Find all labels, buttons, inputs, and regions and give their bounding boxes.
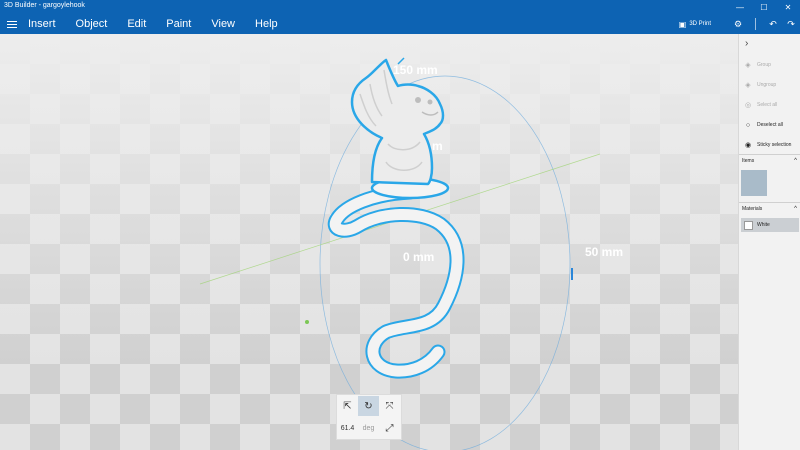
- rotate-icon: ↻: [364, 400, 373, 412]
- dimension-label-right: 50 mm: [585, 245, 623, 259]
- toolbar-divider: [755, 18, 756, 30]
- materials-header-label: Materials: [742, 206, 763, 212]
- axis-marker-green: [305, 320, 309, 324]
- printer-icon: ▣: [678, 19, 687, 29]
- transform-options-icon: ⤢: [385, 422, 394, 434]
- menu-right-tools: ▣ 3D Print ⚙ ↶ ↷: [679, 14, 800, 34]
- dimension-label-center: 0 mm: [403, 250, 434, 264]
- select-all-icon: ◎: [744, 102, 752, 109]
- group-label: Group: [757, 62, 771, 68]
- material-white[interactable]: White: [741, 218, 799, 232]
- sticky-selection-button[interactable]: ◉ Sticky selection: [743, 140, 792, 150]
- 3d-viewport[interactable]: 150 mm m 0 mm 50 mm ⇱ ↻ ⤧ 61.4 deg ⤢: [0, 34, 738, 450]
- 3d-print-label: 3D Print: [689, 21, 711, 27]
- menu-insert[interactable]: Insert: [28, 14, 56, 34]
- 3d-print-button[interactable]: ▣ 3D Print: [679, 20, 711, 29]
- material-label: White: [757, 222, 770, 228]
- materials-header[interactable]: Materials ^: [739, 202, 800, 214]
- items-header[interactable]: Items ^: [739, 154, 800, 166]
- transform-options-button[interactable]: ⤢: [379, 418, 400, 438]
- hamburger-menu-icon[interactable]: [6, 18, 18, 30]
- title-bar: 3D Builder - gargoylehook — ☐ ✕: [0, 0, 800, 14]
- menu-edit[interactable]: Edit: [127, 14, 146, 34]
- menu-bar: Insert Object Edit Paint View Help ▣ 3D …: [0, 14, 800, 34]
- scale-icon: ⤧: [385, 400, 394, 412]
- scene-canvas[interactable]: 150 mm m 0 mm 50 mm: [0, 34, 738, 450]
- circle-icon: ○: [745, 121, 751, 129]
- deselect-all-button[interactable]: ○ Deselect all: [743, 120, 783, 130]
- right-panel: › ◈ Group ◈ Ungroup ◎ Select all ○ Desel…: [738, 34, 800, 450]
- item-thumbnail[interactable]: [741, 170, 767, 196]
- ungroup-label: Ungroup: [757, 82, 777, 88]
- menu-help[interactable]: Help: [255, 14, 278, 34]
- redo-icon[interactable]: ↷: [782, 19, 800, 30]
- rotate-tool-button[interactable]: ↻: [358, 396, 379, 416]
- window-controls: — ☐ ✕: [728, 0, 800, 14]
- rotation-value[interactable]: 61.4: [337, 417, 358, 439]
- rotation-unit: deg: [362, 424, 375, 432]
- material-swatch: [744, 220, 753, 230]
- dimension-label-mid: m: [432, 139, 443, 153]
- items-header-label: Items: [742, 158, 755, 164]
- dimension-label-top: 150 mm: [393, 63, 438, 77]
- chevron-up-icon: ^: [794, 206, 797, 212]
- maximize-button[interactable]: ☐: [752, 0, 776, 14]
- chevron-up-icon: ^: [794, 158, 797, 164]
- menu-items: Insert Object Edit Paint View Help: [28, 14, 298, 34]
- deselect-all-label: Deselect all: [757, 122, 783, 128]
- menu-paint[interactable]: Paint: [166, 14, 191, 34]
- move-icon: ⇱: [343, 400, 352, 412]
- settings-icon[interactable]: ⚙: [729, 19, 747, 30]
- scale-tool-button[interactable]: ⤧: [379, 396, 400, 416]
- select-all-button[interactable]: ◎ Select all: [743, 100, 777, 110]
- sticky-selection-label: Sticky selection: [757, 142, 792, 148]
- ungroup-icon: ◈: [745, 82, 751, 89]
- move-tool-button[interactable]: ⇱: [337, 396, 358, 416]
- undo-icon[interactable]: ↶: [764, 19, 782, 30]
- sticky-selection-icon: ◉: [744, 142, 752, 149]
- ungroup-button[interactable]: ◈ Ungroup: [743, 80, 776, 90]
- minimize-button[interactable]: —: [728, 0, 752, 14]
- window-title: 3D Builder - gargoylehook: [4, 2, 85, 9]
- select-all-label: Select all: [757, 102, 778, 108]
- chevron-right-icon[interactable]: ›: [745, 38, 748, 49]
- close-button[interactable]: ✕: [776, 0, 800, 14]
- menu-object[interactable]: Object: [76, 14, 108, 34]
- group-icon: ◈: [745, 62, 751, 69]
- transform-toolbar: ⇱ ↻ ⤧ 61.4 deg ⤢: [336, 394, 402, 440]
- menu-view[interactable]: View: [211, 14, 235, 34]
- group-button[interactable]: ◈ Group: [743, 60, 771, 70]
